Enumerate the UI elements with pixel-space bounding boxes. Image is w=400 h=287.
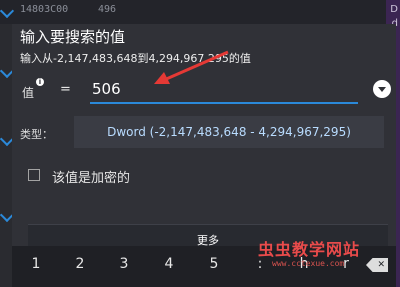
annotation-arrow-icon: [154, 50, 229, 84]
equals-operator[interactable]: =: [60, 82, 71, 97]
encrypted-label[interactable]: 该值是加密的: [52, 167, 130, 186]
dropdown-arrow-icon[interactable]: [373, 80, 391, 98]
key-5[interactable]: 5: [202, 256, 226, 272]
type-select[interactable]: Dword (-2,147,483,648 - 4,294,967,295): [74, 116, 384, 148]
background-char: D: [390, 4, 398, 15]
encrypted-checkbox[interactable]: [28, 169, 40, 181]
background-address: 14803C00: [20, 4, 69, 15]
watermark-text: 虫虫教学网站: [258, 240, 361, 259]
type-label: 类型：: [20, 128, 53, 141]
watermark-url: www.cctexue.com: [272, 259, 345, 268]
key-1[interactable]: 1: [24, 256, 48, 272]
check-icon: [0, 3, 15, 19]
key-3[interactable]: 3: [112, 256, 136, 272]
info-icon[interactable]: i: [36, 78, 44, 86]
dialog-title: 输入要搜索的值: [20, 28, 126, 46]
background-value: 496: [98, 4, 117, 15]
background-app-row: 14803C00 496: [0, 0, 400, 24]
value-label: 值: [22, 86, 35, 100]
key-4[interactable]: 4: [157, 256, 181, 272]
key-2[interactable]: 2: [68, 256, 92, 272]
backspace-icon[interactable]: ✕: [366, 258, 388, 272]
